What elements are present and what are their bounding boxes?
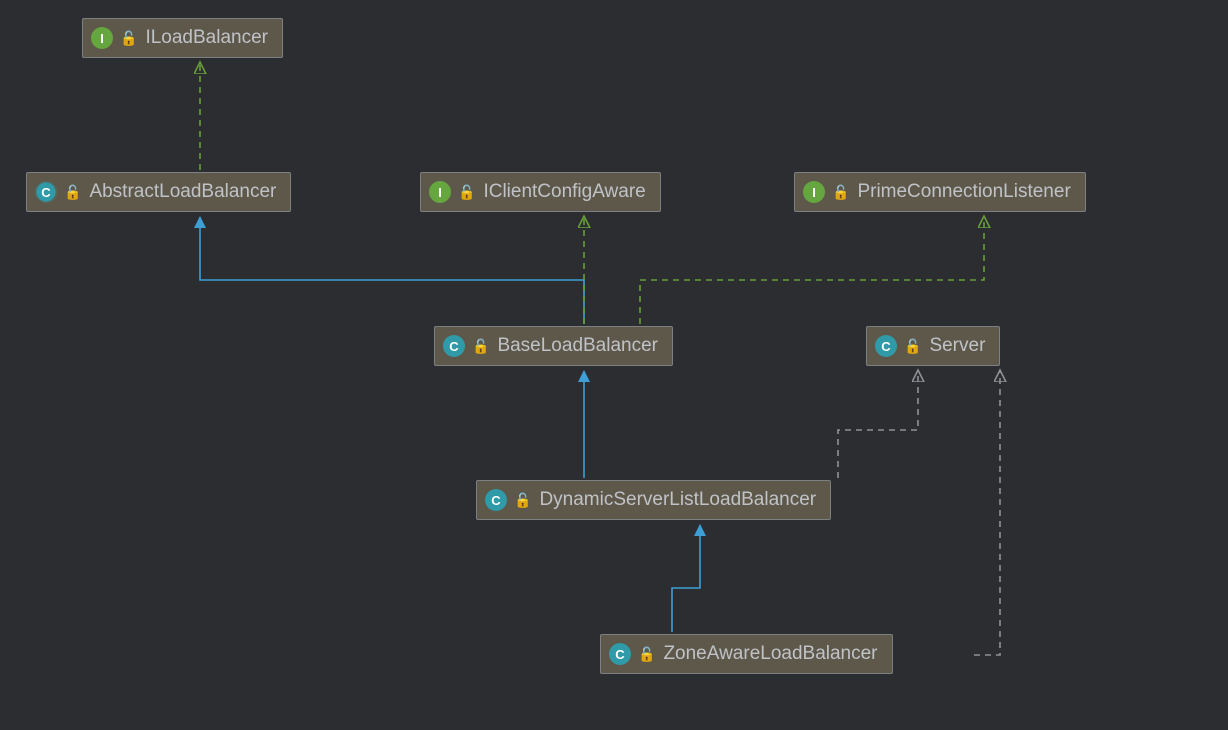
visibility-icon: 🔓 [472,338,489,355]
class-icon: C [443,335,465,357]
node-iclientconfigaware[interactable]: I 🔓 IClientConfigAware [420,172,661,212]
interface-icon: I [91,27,113,49]
node-abstractloadbalancer[interactable]: C 🔓 AbstractLoadBalancer [26,172,291,212]
interface-icon: I [803,181,825,203]
class-icon: C [485,489,507,511]
node-label: ILoadBalancer [145,27,268,49]
visibility-icon: 🔓 [638,646,655,663]
visibility-icon: 🔓 [64,184,81,201]
node-label: DynamicServerListLoadBalancer [539,489,816,511]
node-baseloadbalancer[interactable]: C 🔓 BaseLoadBalancer [434,326,673,366]
visibility-icon: 🔓 [458,184,475,201]
node-label: AbstractLoadBalancer [89,181,276,203]
node-label: Server [929,335,985,357]
node-label: PrimeConnectionListener [857,181,1070,203]
visibility-icon: 🔓 [514,492,531,509]
node-zoneawareloadbalancer[interactable]: C 🔓 ZoneAwareLoadBalancer [600,634,893,674]
node-label: IClientConfigAware [483,181,645,203]
node-primeconnectionlistener[interactable]: I 🔓 PrimeConnectionListener [794,172,1086,212]
visibility-icon: 🔓 [904,338,921,355]
abstract-class-icon: C [35,181,57,203]
interface-icon: I [429,181,451,203]
node-label: BaseLoadBalancer [497,335,658,357]
node-label: ZoneAwareLoadBalancer [663,643,877,665]
node-server[interactable]: C 🔓 Server [866,326,1000,366]
class-icon: C [609,643,631,665]
class-icon: C [875,335,897,357]
visibility-icon: 🔓 [832,184,849,201]
node-dynamicserverlistloadbalancer[interactable]: C 🔓 DynamicServerListLoadBalancer [476,480,831,520]
visibility-icon: 🔓 [120,30,137,47]
node-iloadbalancer[interactable]: I 🔓 ILoadBalancer [82,18,283,58]
